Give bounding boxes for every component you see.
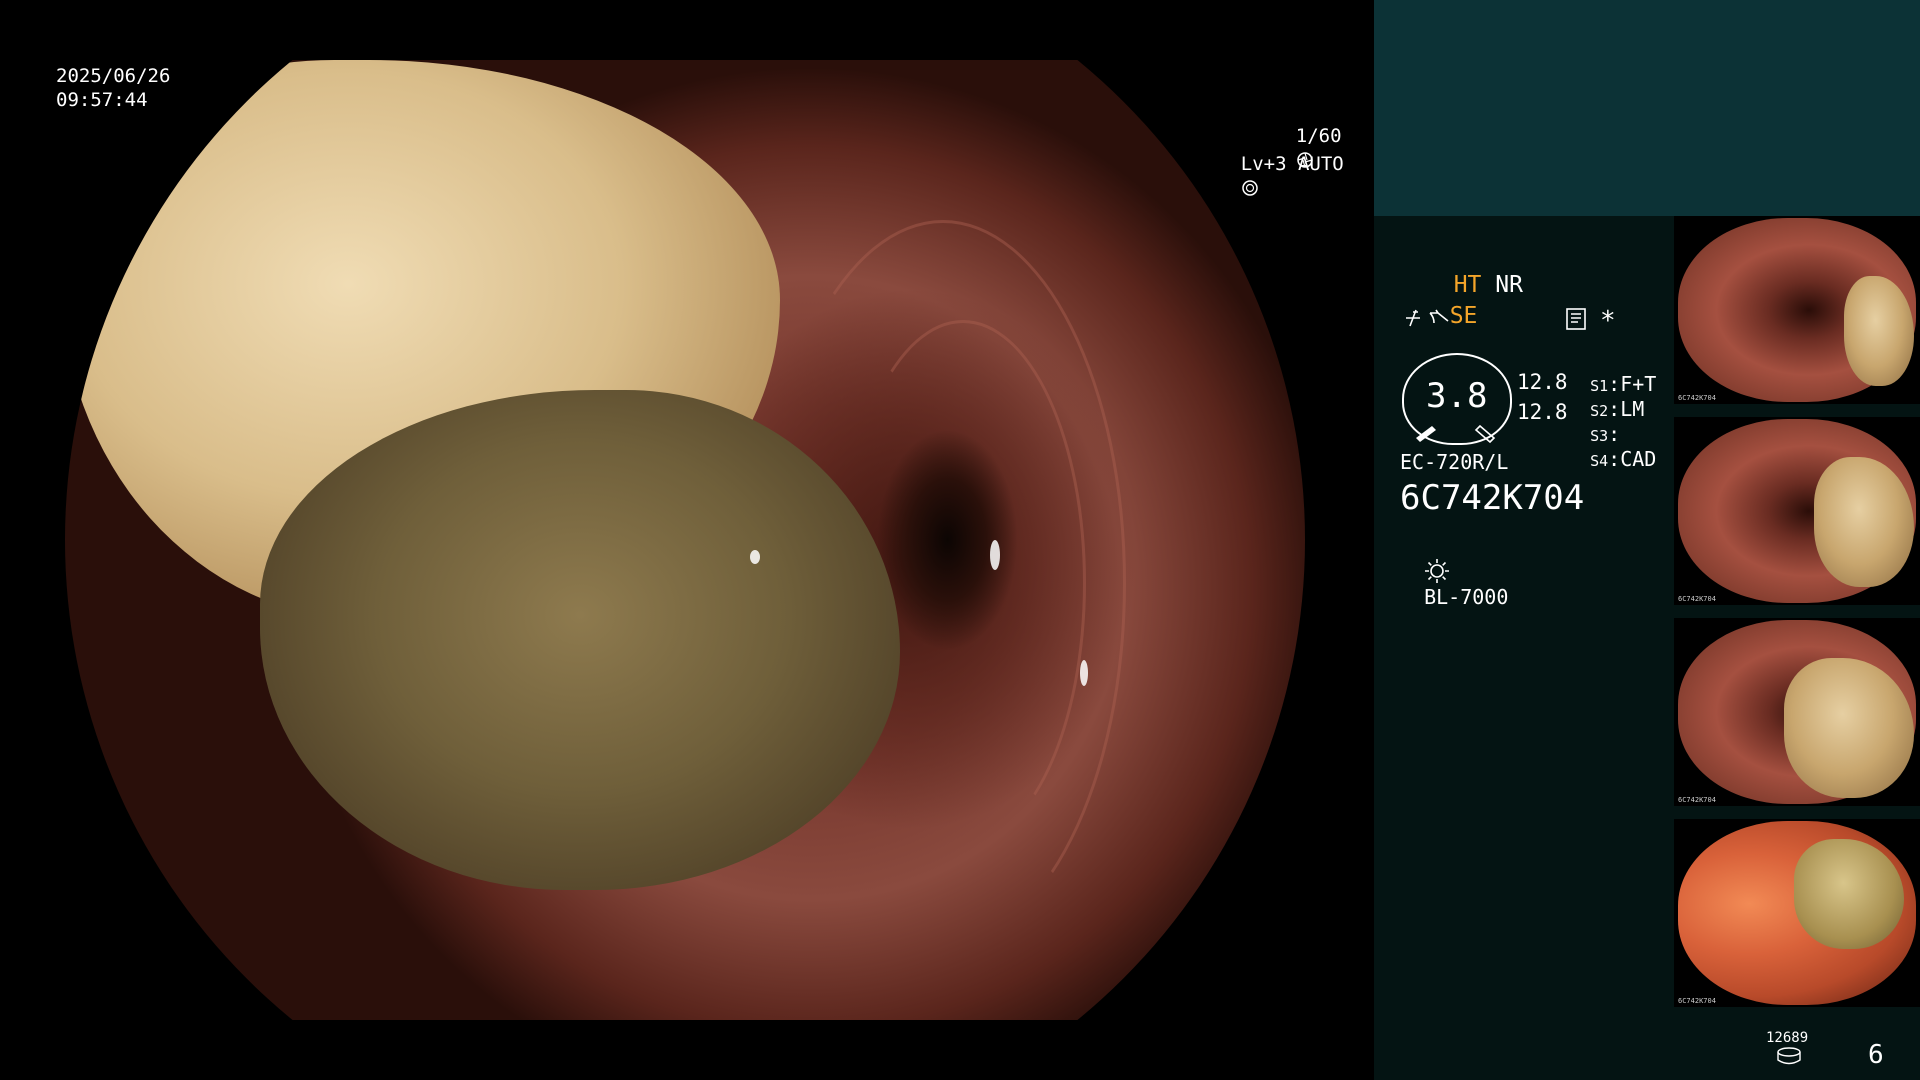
- se-label: SE: [1449, 303, 1478, 329]
- gauge-markers: [1416, 424, 1496, 444]
- switch-key: S4: [1590, 452, 1609, 470]
- light-reflection: [990, 540, 1000, 570]
- memo-icon: [1566, 308, 1586, 330]
- light-source-icon: [1425, 559, 1450, 583]
- light-reflection: [1080, 660, 1088, 686]
- color-mode-icon: [1406, 309, 1420, 327]
- time-readout: 09:57:44: [56, 89, 148, 111]
- nr-label: NR: [1495, 272, 1523, 298]
- settings-panel: [1374, 216, 1674, 1080]
- scope-serial: 6C742K704: [1400, 478, 1585, 518]
- patient-info-area: [1374, 0, 1920, 216]
- level-value: Lv+3: [1240, 153, 1287, 175]
- scope-model: EC-720R/L: [1400, 450, 1509, 474]
- switch-s4: S4:CAD: [1590, 447, 1657, 471]
- gauge-value: 3.8: [1426, 376, 1488, 416]
- thumbnail-serial: 6C742K704: [1678, 997, 1716, 1005]
- enhancement-icon: [1429, 309, 1449, 324]
- captured-image-thumbnail[interactable]: 6C742K704: [1674, 216, 1920, 404]
- exposure-readout: Lv+3 AUTO: [1195, 128, 1344, 224]
- mucosal-fold: [840, 320, 1086, 846]
- storage-icon: [1777, 1047, 1801, 1065]
- endoscope-live-view: 2025/06/26 09:57:44 1/60 Lv+3 AUTO: [0, 0, 1374, 1080]
- switch-value: CAD: [1620, 447, 1657, 471]
- thumbnail-serial: 6C742K704: [1678, 394, 1716, 402]
- switch-value: LM: [1620, 397, 1645, 421]
- captured-images-strip: 6C742K704 6C742K704 6C742K704 6C742K704: [1674, 216, 1920, 1080]
- colon-lumen-image: [65, 60, 1305, 1020]
- date-readout: 2025/06/26: [56, 65, 171, 87]
- value-bottom: 12.8: [1517, 400, 1568, 424]
- light-source: BL-7000: [1400, 532, 1508, 610]
- thumbnail-serial: 6C742K704: [1678, 796, 1716, 804]
- asterisk-indicator: *: [1600, 306, 1616, 336]
- captured-image-thumbnail[interactable]: 6C742K704: [1674, 618, 1920, 806]
- mode-value: AUTO: [1297, 153, 1344, 175]
- light-reflection: [750, 550, 760, 564]
- light-source-label: BL-7000: [1424, 585, 1509, 609]
- value-top: 12.8: [1517, 370, 1568, 394]
- captured-image-thumbnail[interactable]: 6C742K704: [1674, 417, 1920, 605]
- auto-iris-icon: [1242, 180, 1258, 196]
- captured-image-thumbnail[interactable]: 6C742K704: [1674, 819, 1920, 1007]
- storage-counter: 12689: [1766, 1030, 1809, 1046]
- image-count: 6: [1868, 1040, 1884, 1070]
- thumbnail-serial: 6C742K704: [1678, 595, 1716, 603]
